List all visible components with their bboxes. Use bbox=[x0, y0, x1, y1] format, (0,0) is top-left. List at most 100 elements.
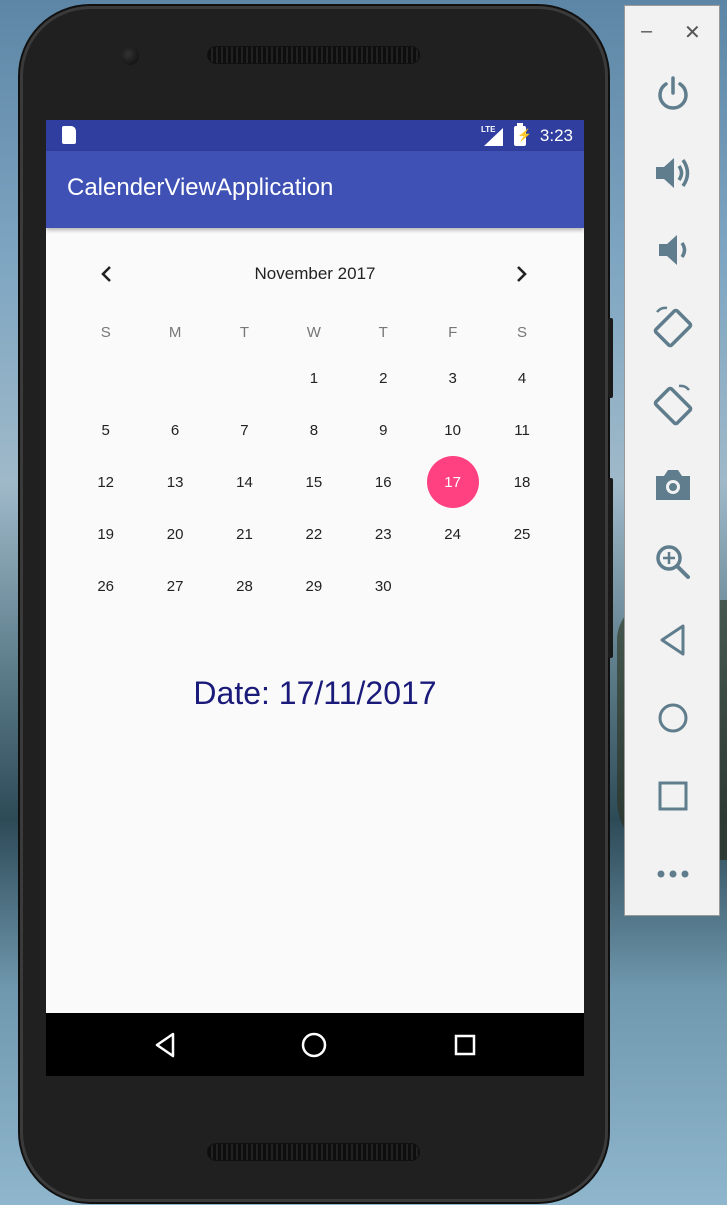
power-icon bbox=[658, 76, 688, 110]
calendar-day-number: 2 bbox=[379, 369, 388, 387]
calendar-day-number: 21 bbox=[236, 526, 253, 544]
calendar-day-number: 26 bbox=[97, 578, 115, 596]
more-button[interactable] bbox=[625, 846, 721, 902]
rotate-left-button[interactable] bbox=[625, 300, 721, 356]
calendar-empty-cell bbox=[418, 561, 487, 613]
phone-frame: LTE ⚡ 3:23 CalenderViewApplication Novem… bbox=[20, 6, 613, 1202]
calendar-day[interactable]: 8 bbox=[279, 404, 348, 456]
calendar-header: November 2017 bbox=[46, 250, 584, 298]
calendar-day[interactable]: 27 bbox=[140, 561, 209, 613]
nav-home-button[interactable] bbox=[299, 1030, 329, 1060]
calendar-day[interactable]: 10 bbox=[418, 404, 487, 456]
minimize-button[interactable]: – bbox=[641, 20, 652, 43]
home-icon bbox=[301, 1032, 327, 1058]
calendar-day-number: 28 bbox=[236, 578, 253, 596]
calendar-day-number: 12 bbox=[97, 473, 115, 491]
calendar-day[interactable]: 6 bbox=[140, 404, 209, 456]
calendar-day[interactable]: 5 bbox=[71, 404, 140, 456]
calendar-day[interactable]: 12 bbox=[71, 456, 140, 508]
calendar-day[interactable]: 22 bbox=[279, 509, 348, 561]
calendar-day-number: 24 bbox=[444, 526, 461, 544]
camera-icon bbox=[656, 470, 690, 500]
selected-date-text: Date: 17/11/2017 bbox=[193, 675, 437, 711]
calendar-day[interactable]: 25 bbox=[487, 509, 556, 561]
calendar-day[interactable]: 20 bbox=[140, 509, 209, 561]
power-button[interactable] bbox=[625, 66, 721, 122]
app-bar: CalenderViewApplication bbox=[46, 151, 584, 228]
calendar-day[interactable]: 3 bbox=[418, 352, 487, 404]
emulator-toolbar: – ✕ bbox=[624, 5, 720, 916]
nav-back-button[interactable] bbox=[150, 1030, 180, 1060]
calendar-week-row: 26 27 28 29 30 bbox=[71, 561, 557, 613]
calendar-day-number: 3 bbox=[448, 369, 457, 387]
calendar-empty-cell bbox=[210, 352, 279, 404]
calendar-day[interactable]: 28 bbox=[210, 561, 279, 613]
volume-up-icon bbox=[656, 158, 690, 188]
sd-card-icon bbox=[62, 126, 76, 144]
calendar-day-number: 9 bbox=[379, 421, 388, 439]
calendar-day[interactable]: 19 bbox=[71, 509, 140, 561]
calendar-day-number: 11 bbox=[514, 421, 530, 439]
calendar-day[interactable]: 16 bbox=[349, 456, 418, 508]
front-camera bbox=[121, 47, 139, 65]
overview-icon bbox=[658, 781, 688, 811]
back-icon bbox=[660, 624, 685, 656]
volume-side-button bbox=[608, 478, 613, 658]
calendar-day-number: 14 bbox=[236, 473, 253, 491]
calendar-day-number: 8 bbox=[309, 421, 319, 439]
calendar-day-number: 19 bbox=[97, 526, 115, 544]
volume-down-button[interactable] bbox=[625, 222, 721, 278]
calendar-day[interactable]: 14 bbox=[210, 456, 279, 508]
calendar-day[interactable]: 26 bbox=[71, 561, 140, 613]
toolbar-home-button[interactable] bbox=[625, 690, 721, 746]
calendar-week-row: 1 2 3 4 bbox=[71, 352, 557, 404]
more-icon bbox=[657, 870, 689, 878]
calendar-day-selected[interactable]: 17 bbox=[418, 456, 487, 509]
calendar-day[interactable]: 2 bbox=[349, 352, 418, 404]
weekday-label: M bbox=[168, 324, 182, 341]
volume-up-button[interactable] bbox=[625, 145, 721, 201]
calendar-day[interactable]: 23 bbox=[349, 509, 418, 561]
back-icon bbox=[155, 1032, 175, 1058]
calendar-day[interactable]: 15 bbox=[279, 456, 348, 508]
rotate-right-button[interactable] bbox=[625, 378, 721, 434]
calendar-day-number: 30 bbox=[374, 578, 392, 596]
weekday-header: S M T W T F S bbox=[71, 324, 557, 341]
device-screen: LTE ⚡ 3:23 CalenderViewApplication Novem… bbox=[46, 120, 584, 1076]
calendar-empty-cell bbox=[487, 561, 556, 613]
calendar-day-number: 17 bbox=[444, 473, 461, 491]
next-month-button[interactable] bbox=[502, 250, 542, 298]
toolbar-overview-button[interactable] bbox=[625, 768, 721, 824]
close-button[interactable]: ✕ bbox=[684, 20, 701, 45]
weekday-label: S bbox=[517, 324, 528, 341]
calendar-day[interactable]: 7 bbox=[210, 404, 279, 456]
weekday-label: F bbox=[448, 324, 458, 341]
calendar-day-number: 16 bbox=[374, 473, 392, 491]
calendar-day[interactable]: 1 bbox=[279, 352, 348, 404]
calendar-day-number: 7 bbox=[240, 421, 249, 439]
calendar-week-row: 5 6 7 8 9 10 11 bbox=[71, 404, 557, 456]
calendar-day[interactable]: 18 bbox=[487, 456, 556, 508]
calendar-day[interactable]: 13 bbox=[140, 456, 209, 508]
calendar-day[interactable]: 21 bbox=[210, 509, 279, 561]
toolbar-back-button[interactable] bbox=[625, 612, 721, 668]
calendar-day[interactable]: 30 bbox=[349, 561, 418, 613]
calendar-day-number: 4 bbox=[517, 369, 527, 387]
calendar-day-number: 20 bbox=[166, 526, 184, 544]
chevron-right-icon bbox=[517, 266, 527, 282]
weekday-label: S bbox=[100, 324, 111, 341]
calendar-week-row: 19 20 21 22 23 24 25 bbox=[71, 509, 557, 561]
screenshot-button[interactable] bbox=[625, 457, 721, 513]
status-time: 3:23 bbox=[539, 126, 573, 145]
calendar-day[interactable]: 9 bbox=[349, 404, 418, 456]
calendar-day-number: 5 bbox=[101, 421, 110, 439]
calendar-day[interactable]: 24 bbox=[418, 509, 487, 561]
calendar-day[interactable]: 29 bbox=[279, 561, 348, 613]
nav-overview-button[interactable] bbox=[450, 1030, 480, 1060]
calendar-day[interactable]: 11 bbox=[487, 404, 556, 456]
zoom-button[interactable] bbox=[625, 534, 721, 590]
calendar-day-number: 23 bbox=[374, 526, 392, 544]
calendar-day-number: 18 bbox=[513, 473, 531, 491]
overview-icon bbox=[454, 1034, 476, 1056]
calendar-day[interactable]: 4 bbox=[487, 352, 556, 404]
